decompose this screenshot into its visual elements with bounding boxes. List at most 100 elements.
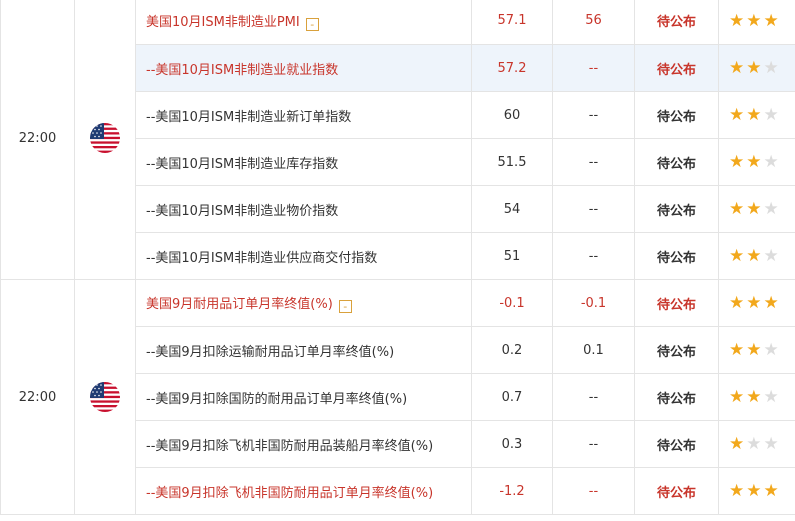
star-filled-icon: ★ [729, 10, 745, 31]
actual-value: 54 [471, 185, 553, 233]
star-filled-icon: ★ [746, 246, 762, 266]
star-filled-icon: ★ [746, 152, 762, 172]
importance-rating: ★ ★ ★ [718, 44, 795, 92]
actual-value: -0.1 [471, 279, 553, 327]
actual-value: 57.2 [471, 44, 553, 92]
actual-value: 51.5 [471, 138, 553, 186]
star-filled-icon: ★ [746, 481, 762, 501]
country-flag-cell [74, 279, 136, 515]
indicator-name: --美国9月扣除国防的耐用品订单月率终值(%) [146, 391, 408, 407]
star-filled-icon: ★ [746, 199, 762, 219]
importance-rating: ★ ★ ★ [718, 232, 795, 280]
previous-value: -- [552, 232, 635, 280]
indicator-name-cell: --美国9月扣除运输耐用品订单月率终值(%) [135, 326, 472, 374]
country-flag-cell [74, 0, 136, 280]
status-badge: 待公布 [634, 138, 719, 186]
importance-rating: ★ ★ ★ [718, 91, 795, 139]
indicator-name-cell: --美国10月ISM非制造业库存指数 [135, 138, 472, 186]
star-filled-icon: ★ [729, 481, 745, 501]
calendar-body: 22:00 美国10月ISM非制造业PMI -57.1 56 待公布 ★ ★ ★ --美国10… [0, 0, 795, 515]
previous-value: -- [552, 185, 635, 233]
star-filled-icon: ★ [729, 387, 745, 407]
indicator-name-cell: --美国10月ISM非制造业就业指数 [135, 44, 472, 92]
importance-rating: ★ ★ ★ [718, 279, 795, 327]
actual-value: 51 [471, 232, 553, 280]
indicator-name: --美国10月ISM非制造业就业指数 [146, 62, 339, 78]
status-badge: 待公布 [634, 44, 719, 92]
indicator-name: --美国10月ISM非制造业新订单指数 [146, 109, 352, 125]
previous-value: -- [552, 91, 635, 139]
indicator-name-cell: --美国10月ISM非制造业物价指数 [135, 185, 472, 233]
indicator-name: --美国10月ISM非制造业物价指数 [146, 203, 339, 219]
indicator-name-cell: --美国9月扣除国防的耐用品订单月率终值(%) [135, 373, 472, 421]
status-badge: 待公布 [634, 232, 719, 280]
star-filled-icon: ★ [763, 481, 779, 501]
star-filled-icon: ★ [729, 246, 745, 266]
actual-value: 0.3 [471, 420, 553, 468]
previous-value: -- [552, 138, 635, 186]
collapse-toggle-button[interactable]: - [338, 300, 352, 313]
importance-rating: ★ ★ ★ [718, 373, 795, 421]
indicator-name: --美国10月ISM非制造业库存指数 [146, 156, 339, 172]
star-empty-icon: ★ [763, 434, 779, 454]
star-filled-icon: ★ [763, 10, 779, 31]
actual-value: 0.7 [471, 373, 553, 421]
previous-value: -- [552, 420, 635, 468]
us-flag-icon [90, 382, 120, 412]
star-filled-icon: ★ [746, 105, 762, 125]
star-filled-icon: ★ [729, 105, 745, 125]
previous-value: -0.1 [552, 279, 635, 327]
indicator-name-cell: --美国9月扣除飞机非国防耐用品装船月率终值(%) [135, 420, 472, 468]
star-empty-icon: ★ [746, 434, 762, 454]
us-flag-icon [90, 123, 120, 153]
actual-value: -1.2 [471, 467, 553, 515]
star-filled-icon: ★ [746, 10, 762, 31]
importance-rating: ★ ★ ★ [718, 326, 795, 374]
indicator-name-cell: --美国9月扣除飞机非国防耐用品订单月率终值(%) [135, 467, 472, 515]
importance-rating: ★ ★ ★ [718, 467, 795, 515]
actual-value: 60 [471, 91, 553, 139]
star-empty-icon: ★ [763, 152, 779, 172]
actual-value: 0.2 [471, 326, 553, 374]
status-badge: 待公布 [634, 467, 719, 515]
status-badge: 待公布 [634, 326, 719, 374]
indicator-name-cell: --美国10月ISM非制造业新订单指数 [135, 91, 472, 139]
indicator-name: 美国9月耐用品订单月率终值(%) [146, 297, 333, 312]
previous-value: 56 [552, 0, 635, 45]
star-empty-icon: ★ [763, 387, 779, 407]
star-empty-icon: ★ [763, 58, 779, 78]
event-time: 22:00 [0, 0, 75, 280]
star-filled-icon: ★ [729, 293, 745, 313]
status-badge: 待公布 [634, 91, 719, 139]
status-badge: 待公布 [634, 279, 719, 327]
actual-value: 57.1 [471, 0, 553, 45]
table-row[interactable]: 22:00 美国10月ISM非制造业PMI -57.1 56 待公布 ★ ★ ★ [0, 0, 795, 280]
indicator-name-cell: 美国10月ISM非制造业PMI - [135, 0, 472, 45]
star-filled-icon: ★ [746, 58, 762, 78]
status-badge: 待公布 [634, 185, 719, 233]
importance-rating: ★ ★ ★ [718, 185, 795, 233]
indicator-name: 美国10月ISM非制造业PMI [146, 14, 300, 30]
previous-value: -- [552, 373, 635, 421]
star-filled-icon: ★ [729, 152, 745, 172]
star-empty-icon: ★ [763, 340, 779, 360]
star-filled-icon: ★ [763, 293, 779, 313]
event-time: 22:00 [0, 279, 75, 515]
economic-calendar-table: 22:00 美国10月ISM非制造业PMI -57.1 56 待公布 ★ ★ ★ --美国10… [0, 0, 795, 515]
star-empty-icon: ★ [763, 105, 779, 125]
indicator-name-cell: 美国9月耐用品订单月率终值(%) - [135, 279, 472, 327]
previous-value: 0.1 [552, 326, 635, 374]
previous-value: -- [552, 467, 635, 515]
collapse-toggle-button[interactable]: - [305, 17, 319, 31]
star-filled-icon: ★ [729, 434, 745, 454]
indicator-name: --美国9月扣除飞机非国防耐用品订单月率终值(%) [146, 485, 434, 501]
star-filled-icon: ★ [729, 340, 745, 360]
importance-rating: ★ ★ ★ [718, 138, 795, 186]
star-filled-icon: ★ [729, 199, 745, 219]
importance-rating: ★ ★ ★ [718, 420, 795, 468]
star-filled-icon: ★ [746, 293, 762, 313]
star-filled-icon: ★ [746, 387, 762, 407]
status-badge: 待公布 [634, 0, 719, 45]
importance-rating: ★ ★ ★ [718, 0, 795, 45]
table-row[interactable]: 22:00 美国9月耐用品订单月率终值(%) - -0.1 -0.1 待公布 ★ ★ ★ [0, 279, 795, 515]
